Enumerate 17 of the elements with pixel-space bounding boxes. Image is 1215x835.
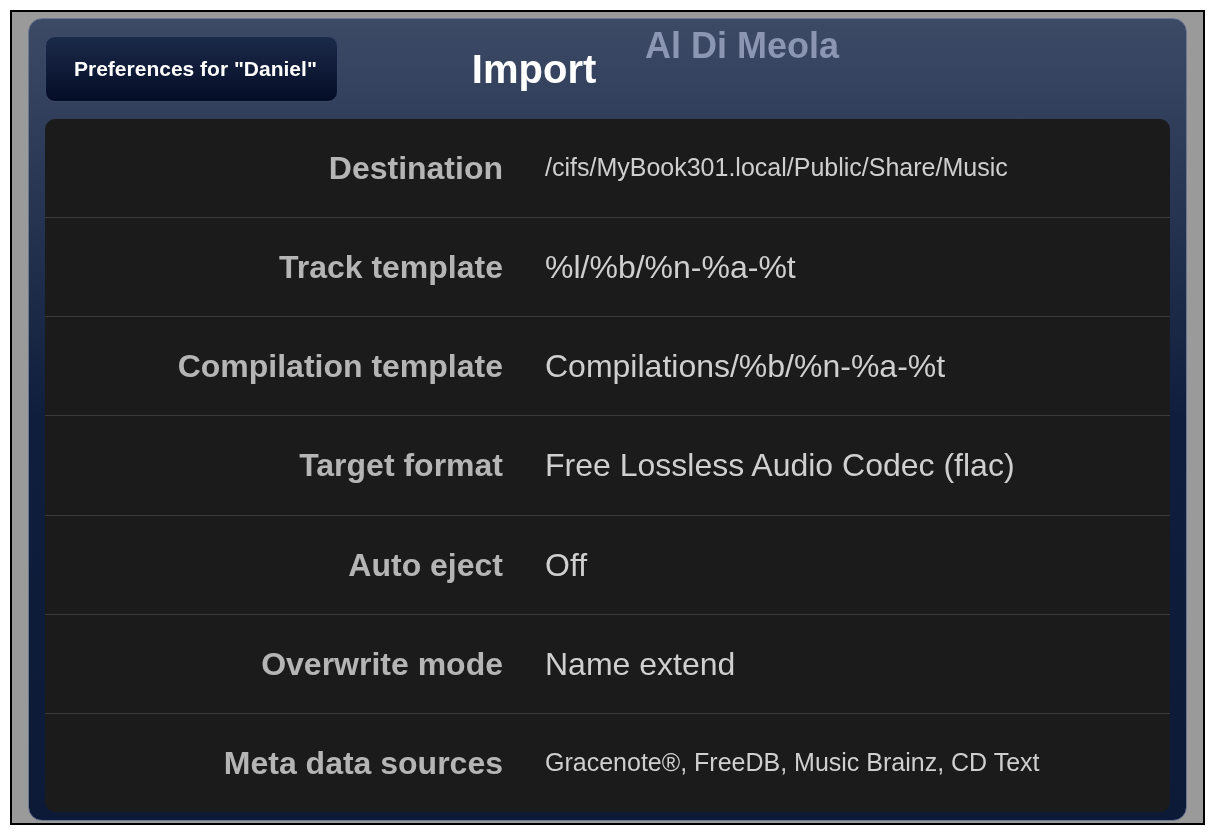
setting-label: Auto eject — [347, 545, 503, 585]
setting-label: Meta data sources — [222, 743, 503, 783]
setting-value[interactable]: Free Lossless Audio Codec (flac) — [545, 441, 1015, 490]
setting-label: Track template — [277, 248, 503, 288]
setting-value[interactable]: Compilations/%b/%n-%a-%t — [545, 342, 946, 391]
setting-label: Overwrite mode — [260, 644, 503, 684]
setting-label: Target format — [298, 446, 503, 486]
setting-value[interactable]: Off — [545, 540, 588, 589]
page-title: Import — [471, 46, 597, 93]
setting-label: Compilation template — [176, 347, 503, 387]
background-artist-text: Al Di Meola — [645, 24, 840, 68]
setting-value[interactable]: /cifs/MyBook301.local/Public/Share/Music — [545, 149, 1008, 187]
setting-label: Destination — [327, 149, 503, 189]
setting-value[interactable]: Name extend — [545, 639, 736, 688]
setting-value[interactable]: Gracenote®, FreeDB, Music Brainz, CD Text — [545, 744, 1040, 782]
setting-value[interactable]: %l/%b/%n-%a-%t — [545, 243, 796, 292]
back-button[interactable]: Preferences for "Daniel" — [45, 36, 338, 102]
